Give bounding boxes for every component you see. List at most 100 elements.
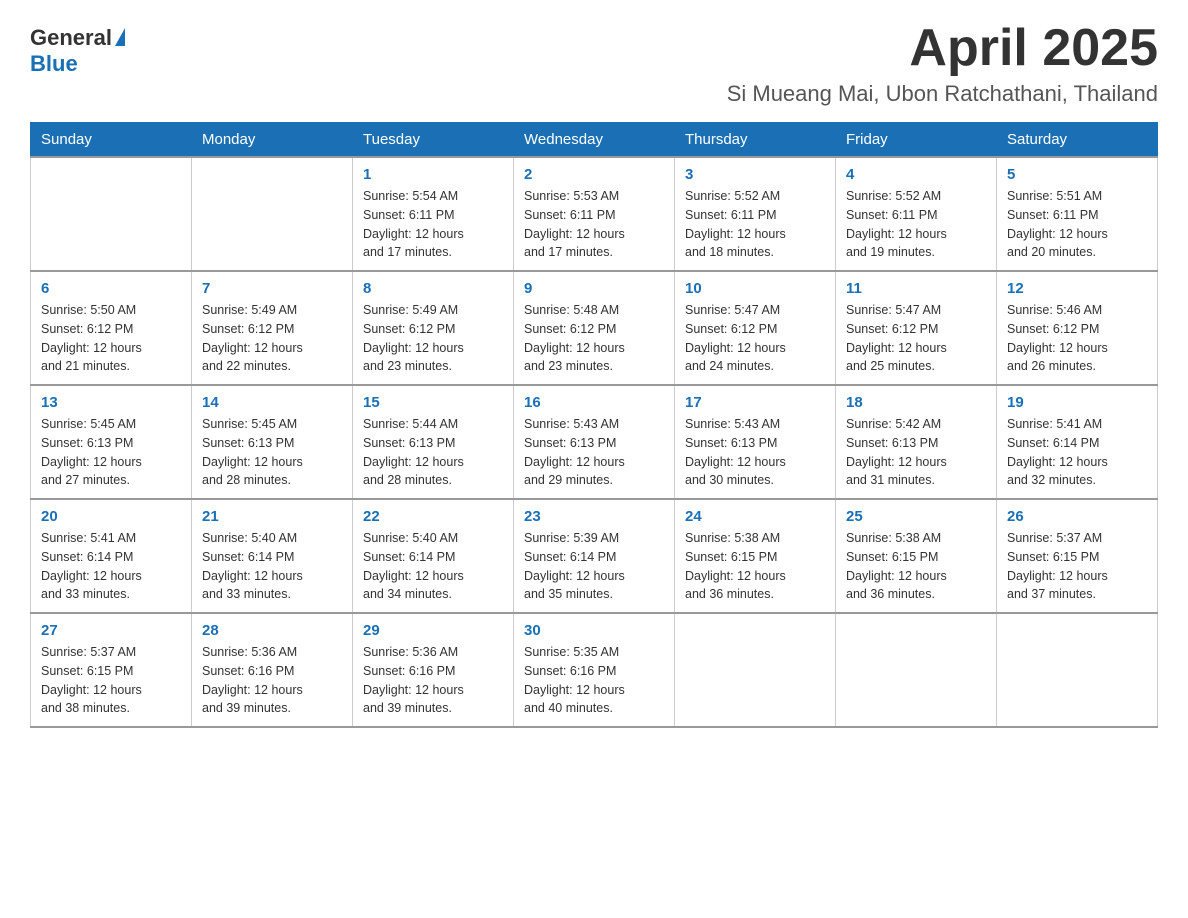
day-number: 8	[363, 280, 503, 297]
sun-info: Sunrise: 5:45 AMSunset: 6:13 PMDaylight:…	[202, 415, 342, 490]
calendar-week-row-5: 27 Sunrise: 5:37 AMSunset: 6:15 PMDayligh…	[31, 613, 1158, 727]
sun-info: Sunrise: 5:48 AMSunset: 6:12 PMDaylight:…	[524, 301, 664, 376]
day-number: 16	[524, 394, 664, 411]
sun-info: Sunrise: 5:41 AMSunset: 6:14 PMDaylight:…	[1007, 415, 1147, 490]
day-number: 29	[363, 622, 503, 639]
sun-info: Sunrise: 5:40 AMSunset: 6:14 PMDaylight:…	[363, 529, 503, 604]
calendar-cell: 16 Sunrise: 5:43 AMSunset: 6:13 PMDayligh…	[514, 385, 675, 499]
calendar-cell: 29 Sunrise: 5:36 AMSunset: 6:16 PMDayligh…	[353, 613, 514, 727]
title-area: April 2025 Si Mueang Mai, Ubon Ratchatha…	[727, 20, 1158, 107]
day-number: 4	[846, 166, 986, 183]
calendar-cell: 13 Sunrise: 5:45 AMSunset: 6:13 PMDayligh…	[31, 385, 192, 499]
calendar-cell: 14 Sunrise: 5:45 AMSunset: 6:13 PMDayligh…	[192, 385, 353, 499]
calendar-cell: 22 Sunrise: 5:40 AMSunset: 6:14 PMDayligh…	[353, 499, 514, 613]
col-saturday: Saturday	[997, 123, 1158, 158]
day-number: 13	[41, 394, 181, 411]
calendar-cell: 9Sunrise: 5:48 AMSunset: 6:12 PMDaylight…	[514, 271, 675, 385]
calendar-week-row-4: 20 Sunrise: 5:41 AMSunset: 6:14 PMDayligh…	[31, 499, 1158, 613]
calendar-cell: 19 Sunrise: 5:41 AMSunset: 6:14 PMDayligh…	[997, 385, 1158, 499]
calendar-table: Sunday Monday Tuesday Wednesday Thursday…	[30, 122, 1158, 728]
calendar-cell: 12Sunrise: 5:46 AMSunset: 6:12 PMDayligh…	[997, 271, 1158, 385]
sun-info: Sunrise: 5:43 AMSunset: 6:13 PMDaylight:…	[685, 415, 825, 490]
sun-info: Sunrise: 5:35 AMSunset: 6:16 PMDaylight:…	[524, 643, 664, 718]
col-sunday: Sunday	[31, 123, 192, 158]
day-number: 3	[685, 166, 825, 183]
sun-info: Sunrise: 5:50 AMSunset: 6:12 PMDaylight:…	[41, 301, 181, 376]
day-number: 19	[1007, 394, 1147, 411]
sun-info: Sunrise: 5:36 AMSunset: 6:16 PMDaylight:…	[363, 643, 503, 718]
calendar-cell: 6Sunrise: 5:50 AMSunset: 6:12 PMDaylight…	[31, 271, 192, 385]
sun-info: Sunrise: 5:37 AMSunset: 6:15 PMDaylight:…	[41, 643, 181, 718]
day-number: 20	[41, 508, 181, 525]
sun-info: Sunrise: 5:36 AMSunset: 6:16 PMDaylight:…	[202, 643, 342, 718]
calendar-cell	[997, 613, 1158, 727]
sun-info: Sunrise: 5:38 AMSunset: 6:15 PMDaylight:…	[685, 529, 825, 604]
calendar-cell: 15Sunrise: 5:44 AMSunset: 6:13 PMDayligh…	[353, 385, 514, 499]
calendar-cell: 11 Sunrise: 5:47 AMSunset: 6:12 PMDayligh…	[836, 271, 997, 385]
day-number: 14	[202, 394, 342, 411]
calendar-cell	[836, 613, 997, 727]
sun-info: Sunrise: 5:47 AMSunset: 6:12 PMDaylight:…	[846, 301, 986, 376]
day-number: 11	[846, 280, 986, 297]
calendar-cell: 26Sunrise: 5:37 AMSunset: 6:15 PMDayligh…	[997, 499, 1158, 613]
calendar-cell	[31, 157, 192, 271]
calendar-week-row-1: 1Sunrise: 5:54 AMSunset: 6:11 PMDaylight…	[31, 157, 1158, 271]
calendar-cell: 7Sunrise: 5:49 AMSunset: 6:12 PMDaylight…	[192, 271, 353, 385]
calendar-cell: 4 Sunrise: 5:52 AMSunset: 6:11 PMDaylight…	[836, 157, 997, 271]
sun-info: Sunrise: 5:40 AMSunset: 6:14 PMDaylight:…	[202, 529, 342, 604]
sun-info: Sunrise: 5:43 AMSunset: 6:13 PMDaylight:…	[524, 415, 664, 490]
day-number: 24	[685, 508, 825, 525]
calendar-cell: 18 Sunrise: 5:42 AMSunset: 6:13 PMDayligh…	[836, 385, 997, 499]
day-number: 23	[524, 508, 664, 525]
sun-info: Sunrise: 5:49 AMSunset: 6:12 PMDaylight:…	[202, 301, 342, 376]
calendar-cell: 27 Sunrise: 5:37 AMSunset: 6:15 PMDayligh…	[31, 613, 192, 727]
col-wednesday: Wednesday	[514, 123, 675, 158]
calendar-cell: 20 Sunrise: 5:41 AMSunset: 6:14 PMDayligh…	[31, 499, 192, 613]
sun-info: Sunrise: 5:54 AMSunset: 6:11 PMDaylight:…	[363, 187, 503, 262]
sun-info: Sunrise: 5:46 AMSunset: 6:12 PMDaylight:…	[1007, 301, 1147, 376]
day-number: 30	[524, 622, 664, 639]
page-header: General Blue April 2025 Si Mueang Mai, U…	[30, 20, 1158, 107]
calendar-cell: 23Sunrise: 5:39 AMSunset: 6:14 PMDayligh…	[514, 499, 675, 613]
logo: General Blue	[30, 20, 125, 78]
day-number: 18	[846, 394, 986, 411]
day-number: 27	[41, 622, 181, 639]
day-number: 25	[846, 508, 986, 525]
col-friday: Friday	[836, 123, 997, 158]
sun-info: Sunrise: 5:52 AMSunset: 6:11 PMDaylight:…	[685, 187, 825, 262]
calendar-cell: 24 Sunrise: 5:38 AMSunset: 6:15 PMDayligh…	[675, 499, 836, 613]
day-number: 15	[363, 394, 503, 411]
calendar-cell: 3 Sunrise: 5:52 AMSunset: 6:11 PMDaylight…	[675, 157, 836, 271]
logo-blue-text: Blue	[30, 51, 78, 76]
month-year-title: April 2025	[727, 20, 1158, 77]
calendar-cell: 17 Sunrise: 5:43 AMSunset: 6:13 PMDayligh…	[675, 385, 836, 499]
col-tuesday: Tuesday	[353, 123, 514, 158]
sun-info: Sunrise: 5:42 AMSunset: 6:13 PMDaylight:…	[846, 415, 986, 490]
sun-info: Sunrise: 5:52 AMSunset: 6:11 PMDaylight:…	[846, 187, 986, 262]
sun-info: Sunrise: 5:47 AMSunset: 6:12 PMDaylight:…	[685, 301, 825, 376]
day-number: 28	[202, 622, 342, 639]
sun-info: Sunrise: 5:41 AMSunset: 6:14 PMDaylight:…	[41, 529, 181, 604]
sun-info: Sunrise: 5:45 AMSunset: 6:13 PMDaylight:…	[41, 415, 181, 490]
sun-info: Sunrise: 5:38 AMSunset: 6:15 PMDaylight:…	[846, 529, 986, 604]
day-number: 5	[1007, 166, 1147, 183]
logo-triangle-icon	[115, 28, 125, 46]
sun-info: Sunrise: 5:49 AMSunset: 6:12 PMDaylight:…	[363, 301, 503, 376]
day-number: 17	[685, 394, 825, 411]
calendar-cell: 5Sunrise: 5:51 AMSunset: 6:11 PMDaylight…	[997, 157, 1158, 271]
day-number: 22	[363, 508, 503, 525]
calendar-cell: 25 Sunrise: 5:38 AMSunset: 6:15 PMDayligh…	[836, 499, 997, 613]
sun-info: Sunrise: 5:37 AMSunset: 6:15 PMDaylight:…	[1007, 529, 1147, 604]
calendar-cell: 8 Sunrise: 5:49 AMSunset: 6:12 PMDaylight…	[353, 271, 514, 385]
day-number: 2	[524, 166, 664, 183]
calendar-cell	[192, 157, 353, 271]
calendar-cell: 10Sunrise: 5:47 AMSunset: 6:12 PMDayligh…	[675, 271, 836, 385]
calendar-cell: 21Sunrise: 5:40 AMSunset: 6:14 PMDayligh…	[192, 499, 353, 613]
calendar-week-row-2: 6Sunrise: 5:50 AMSunset: 6:12 PMDaylight…	[31, 271, 1158, 385]
col-monday: Monday	[192, 123, 353, 158]
calendar-cell: 30 Sunrise: 5:35 AMSunset: 6:16 PMDayligh…	[514, 613, 675, 727]
sun-info: Sunrise: 5:53 AMSunset: 6:11 PMDaylight:…	[524, 187, 664, 262]
calendar-cell: 28 Sunrise: 5:36 AMSunset: 6:16 PMDayligh…	[192, 613, 353, 727]
logo-general-text: General	[30, 25, 112, 50]
col-thursday: Thursday	[675, 123, 836, 158]
